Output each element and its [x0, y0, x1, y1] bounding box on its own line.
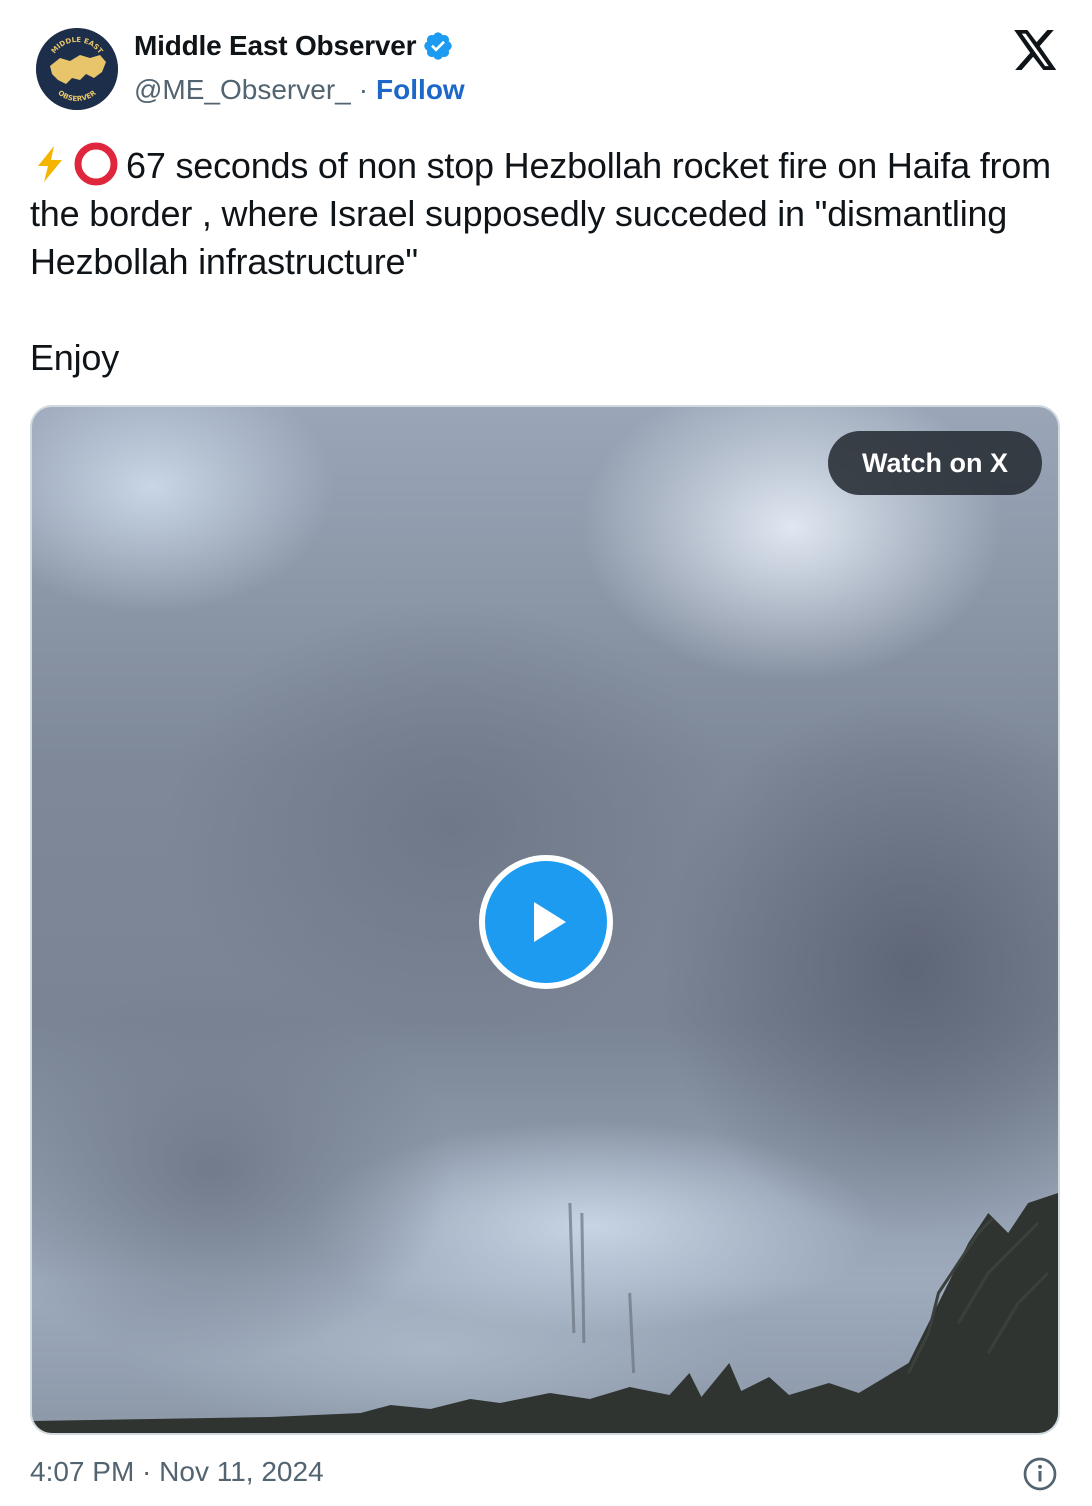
handle-row: @ME_Observer_ · Follow [134, 74, 465, 106]
timestamp[interactable]: 4:07 PM · Nov 11, 2024 [30, 1456, 324, 1488]
video-player[interactable]: Watch on X [30, 405, 1060, 1435]
separator-dot: · [358, 74, 369, 105]
avatar-logo: MIDDLE EAST OBSERVER [36, 28, 118, 110]
lightning-emoji-icon [30, 144, 70, 184]
follow-button[interactable]: Follow [376, 74, 465, 106]
name-row: Middle East Observer [134, 30, 454, 62]
watch-on-x-button[interactable]: Watch on X [828, 431, 1042, 495]
tweet-body-text: 67 seconds of non stop Hezbollah rocket … [30, 145, 1061, 282]
play-button[interactable] [479, 855, 613, 989]
display-name[interactable]: Middle East Observer [134, 30, 417, 62]
play-icon [534, 902, 566, 942]
tweet-text: 67 seconds of non stop Hezbollah rocket … [30, 140, 1060, 382]
video-thumbnail-trees [32, 1193, 1058, 1433]
tweet-body: 67 seconds of non stop Hezbollah rocket … [30, 140, 1060, 286]
x-logo-icon[interactable] [1014, 30, 1058, 70]
verified-badge-icon [422, 30, 454, 62]
tweet-header: MIDDLE EAST OBSERVER Middle East Observe… [32, 26, 1062, 116]
tweet-footer: 4:07 PM · Nov 11, 2024 [30, 1454, 1062, 1494]
info-icon[interactable] [1022, 1456, 1058, 1492]
red-circle-emoji-icon [72, 140, 120, 188]
avatar[interactable]: MIDDLE EAST OBSERVER [36, 28, 118, 110]
user-handle[interactable]: @ME_Observer_ [134, 74, 351, 106]
tweet-body-line2: Enjoy [30, 337, 120, 378]
